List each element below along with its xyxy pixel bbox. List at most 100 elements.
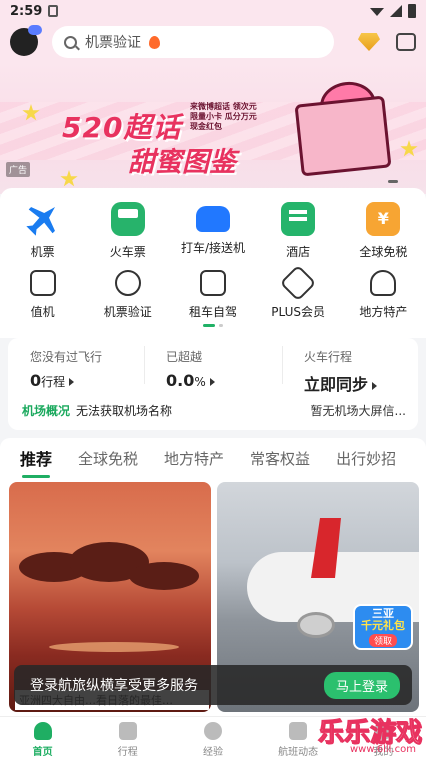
chevron-right-icon (209, 377, 215, 386)
top-header: 机票验证 (0, 22, 426, 62)
tab-frequent-flyer[interactable]: 常客权益 (250, 448, 310, 469)
services-pager (203, 324, 223, 327)
tab-duty-free[interactable]: 全球免税 (78, 448, 138, 469)
status-icons (370, 4, 416, 18)
hot-fire-icon (149, 35, 160, 49)
airport-screen-info[interactable]: 暂无机场大屏信... (311, 402, 406, 419)
service-plus-member[interactable]: PLUS会员 (256, 264, 341, 320)
car-rental-icon (199, 270, 226, 296)
tabbar-label: 行程 (117, 747, 138, 758)
checkin-icon (29, 270, 56, 296)
star-icon (60, 170, 78, 187)
service-label: 值机 (30, 305, 55, 319)
trip-icon (118, 722, 137, 740)
exceed-caption: 已超越 (166, 350, 203, 364)
airport-overview-row[interactable]: 机场概况 无法获取机场名称 暂无机场大屏信... (22, 402, 406, 419)
message-icon[interactable] (396, 33, 416, 51)
service-label: 地方特产 (359, 305, 408, 319)
service-checkin[interactable]: 值机 (0, 270, 85, 320)
service-label: 打车/接送机 (180, 241, 245, 255)
local-specialty-icon (370, 270, 397, 296)
service-label: 全球免税 (359, 245, 408, 259)
promo-badge-line1: 三亚 (372, 606, 394, 620)
search-placeholder: 机票验证 (85, 35, 141, 51)
train-icon (110, 202, 145, 236)
airport-overview-value: 无法获取机场名称 (76, 404, 173, 418)
airplane-engine (297, 612, 335, 638)
tab-recommend[interactable]: 推荐 (20, 446, 52, 478)
exceed-value: 0.0% (166, 371, 215, 390)
service-ticket-verify[interactable]: 机票验证 (85, 270, 170, 320)
pager-dot-active (203, 324, 215, 327)
service-label: 酒店 (286, 245, 311, 259)
service-hotel[interactable]: 酒店 (256, 202, 341, 260)
cloud-shape (129, 562, 199, 590)
hotel-icon (281, 202, 316, 236)
signal-icon (390, 5, 402, 17)
banner-indicator (388, 180, 398, 183)
divider (144, 346, 145, 384)
login-button[interactable]: 马上登录 (323, 671, 400, 699)
service-car-rental[interactable]: 租车自驾 (170, 270, 255, 320)
tabbar-trip[interactable]: 行程 (85, 717, 170, 761)
watermark-url: www.6lll.com (349, 744, 416, 755)
tab-travel-tips[interactable]: 出行妙招 (336, 448, 396, 469)
flight-count-value: 0行程 (30, 371, 102, 390)
promo-badge[interactable]: 三亚 千元礼包 领取 (353, 604, 413, 650)
diamond-icon[interactable] (358, 33, 380, 51)
service-label: 火车票 (109, 245, 146, 259)
love-envelope-icon (294, 95, 392, 177)
ad-label: 广告 (6, 162, 31, 177)
train-sync-link[interactable]: 立即同步 (304, 371, 378, 395)
battery-icon (408, 4, 416, 18)
experience-icon (203, 722, 222, 740)
tabbar-label: 经验 (202, 747, 223, 758)
tabbar-label: 首页 (32, 747, 53, 758)
content-tabs: 推荐 全球免税 地方特产 常客权益 出行妙招 (0, 438, 426, 478)
services-grid: 机票 火车票 打车/接送机 酒店 全球免税 值机 机票验证 租车自 (0, 188, 426, 338)
trip-info-card: 您没有过飞行 0行程 已超越 0.0% 火车行程 立即同步 机场概况 无法获取机… (8, 338, 418, 430)
train-trip-block[interactable]: 火车行程 立即同步 (304, 348, 378, 395)
services-row-secondary: 值机 机票验证 租车自驾 PLUS会员 地方特产 (0, 264, 426, 320)
pager-dot (219, 324, 223, 327)
search-input[interactable]: 机票验证 (52, 26, 334, 58)
tab-local-specialty[interactable]: 地方特产 (164, 448, 224, 469)
chevron-right-icon (372, 381, 378, 390)
search-icon (64, 35, 77, 49)
app-logo-icon[interactable] (10, 25, 42, 56)
duty-free-icon (366, 202, 401, 236)
service-label: PLUS会员 (271, 305, 326, 319)
service-label: 机票 (30, 245, 55, 259)
flight-count-block[interactable]: 您没有过飞行 0行程 (30, 348, 102, 390)
service-train[interactable]: 火车票 (85, 202, 170, 260)
chevron-right-icon (69, 377, 75, 386)
banner-title-line2: 甜蜜图鉴 (128, 147, 236, 178)
status-bar: 2:59 (0, 0, 426, 22)
status-time: 2:59 (10, 3, 43, 19)
plane-icon (19, 195, 67, 243)
promo-banner[interactable]: 520超话 甜蜜图鉴 来微博超话 领次元限量小卡 瓜分万元现金红包 广告 (0, 62, 426, 194)
sim-icon (48, 5, 59, 17)
service-label: 租车自驾 (188, 305, 237, 319)
plus-member-icon (279, 264, 317, 302)
tabbar-label: 航班动态 (278, 747, 319, 758)
login-prompt-bar: 登录航旅纵横享受更多服务 马上登录 (14, 665, 412, 705)
service-duty-free[interactable]: 全球免税 (341, 202, 426, 260)
service-label: 机票验证 (103, 305, 152, 319)
service-taxi[interactable]: 打车/接送机 (170, 202, 255, 260)
promo-claim-button[interactable]: 领取 (368, 633, 397, 647)
banner-tagline: 来微博超话 领次元限量小卡 瓜分万元现金红包 (190, 102, 257, 131)
service-local-specialty[interactable]: 地方特产 (341, 270, 426, 320)
tabbar-experience[interactable]: 经验 (170, 717, 255, 761)
flight-count-caption: 您没有过飞行 (30, 350, 103, 364)
divider (282, 346, 283, 384)
wifi-icon (370, 8, 384, 16)
train-trip-caption: 火车行程 (304, 350, 353, 364)
tabbar-home[interactable]: 首页 (0, 717, 85, 761)
home-icon (33, 722, 52, 740)
services-row-primary: 机票 火车票 打车/接送机 酒店 全球免税 (0, 202, 426, 260)
promo-badge-line2: 千元礼包 (361, 618, 405, 632)
login-prompt-message: 登录航旅纵横享受更多服务 (30, 678, 198, 694)
exceed-block[interactable]: 已超越 0.0% (166, 348, 215, 390)
service-flight[interactable]: 机票 (0, 202, 85, 260)
